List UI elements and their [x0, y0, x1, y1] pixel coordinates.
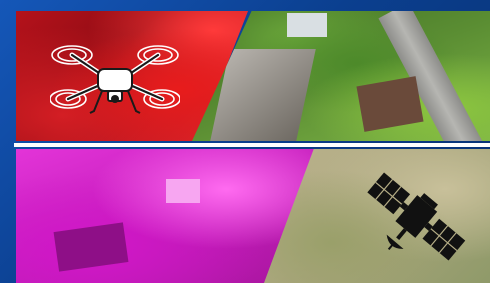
- house-roof: [356, 76, 424, 132]
- infrared-photo-panel: [16, 149, 316, 283]
- building-shadow: [53, 222, 129, 272]
- greenhouse: [287, 13, 327, 37]
- satellite-icon: [367, 172, 466, 261]
- panel-divider: [14, 143, 490, 147]
- drone-icon: [50, 45, 180, 114]
- building-roof: [166, 179, 200, 203]
